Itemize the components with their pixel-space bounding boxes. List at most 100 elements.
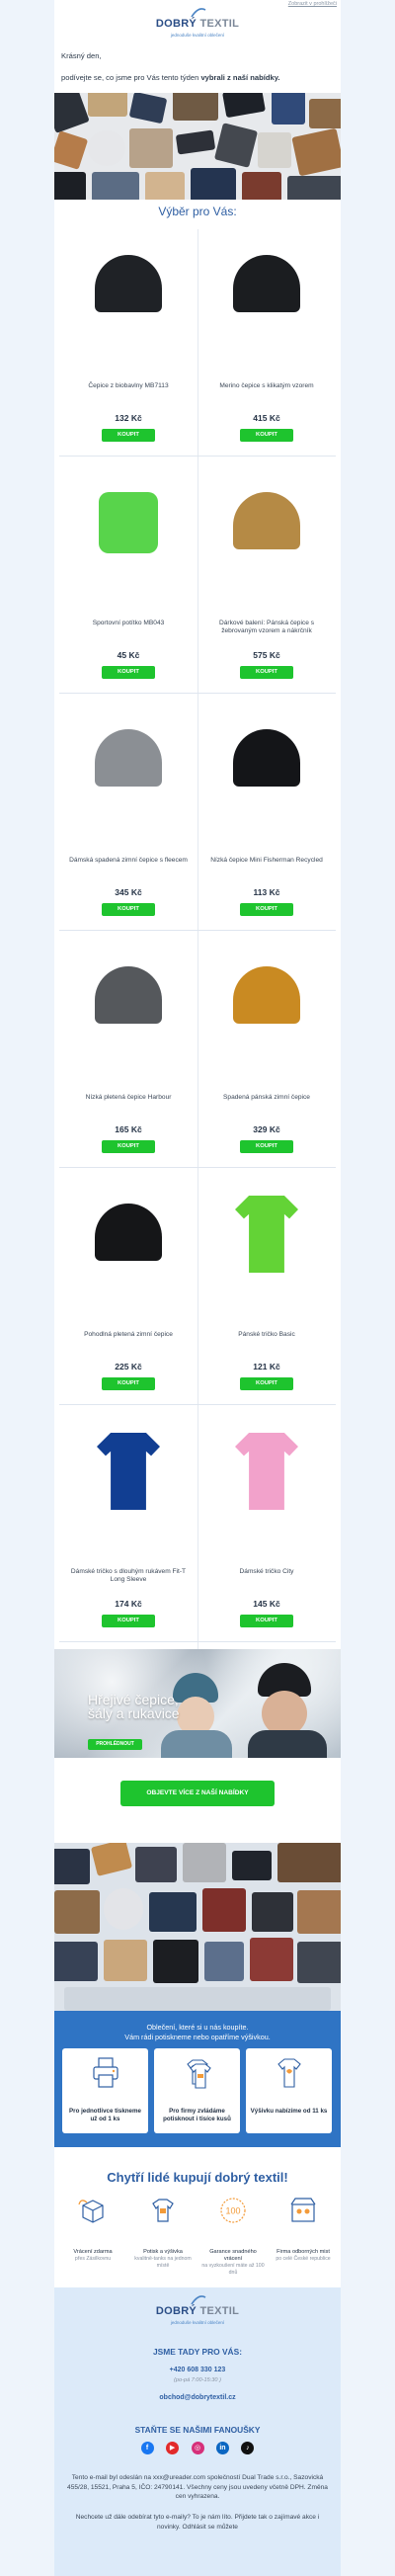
buy-button[interactable]: KOUPIT xyxy=(102,1377,155,1390)
product-image[interactable] xyxy=(227,1190,306,1274)
linkedin-icon[interactable]: in xyxy=(215,2442,229,2454)
product-image[interactable] xyxy=(227,715,306,799)
collage-gloves xyxy=(128,93,168,125)
discover-more-button[interactable]: OBJEVTE VÍCE Z NAŠÍ NABÍDKY xyxy=(120,1781,275,1806)
collage-boot-2 xyxy=(54,130,89,170)
collage-jeans xyxy=(272,93,305,125)
product-image[interactable] xyxy=(227,478,306,562)
winter-banner[interactable]: Hřejivé čepice, šály a rukavice PROHLÉDNO… xyxy=(54,1649,341,1758)
product-image[interactable] xyxy=(227,1427,306,1511)
youtube-icon[interactable]: ▶ xyxy=(166,2442,180,2454)
collage2-beanie-2 xyxy=(153,1940,198,1983)
product-name[interactable]: Pohodlná pletená zimní čepice xyxy=(65,1331,192,1339)
secondary-collage-image[interactable] xyxy=(54,1843,341,2011)
benefit-label: Výšivku nabízíme od 11 ks xyxy=(250,2108,328,2115)
buy-button[interactable]: KOUPIT xyxy=(102,1140,155,1153)
unsubscribe-text: Nechcete už dále odebírat tyto e-maily? … xyxy=(75,2514,320,2531)
buy-button[interactable]: KOUPIT xyxy=(240,1140,293,1153)
product-name[interactable]: Spadená pánská zimní čepice xyxy=(203,1094,330,1102)
view-in-browser-link[interactable]: Zobrazit v prohlížeči xyxy=(288,1,337,7)
product-name[interactable]: Pánské tričko Basic xyxy=(203,1331,330,1339)
winter-view-button[interactable]: PROHLÉDNOUT xyxy=(88,1739,142,1750)
feature-subtitle: kvalitně-tanks na jednom místě xyxy=(134,2256,192,2269)
return-box-icon xyxy=(78,2200,104,2223)
personalization-text: Oblečení, které si u nás koupíte. Vám rád… xyxy=(54,2023,341,2042)
svg-text:100: 100 xyxy=(225,2206,240,2216)
smart-people-title: Chytří lidé kupují dobrý textil! xyxy=(107,2170,288,2185)
benefit-card-companies[interactable]: Pro firmy zvládáme potisknout i tisíce k… xyxy=(154,2048,240,2133)
product-card[interactable]: Spadená pánská zimní čepice 329 Kč KOUPIT xyxy=(198,941,336,1168)
contact-phone-link[interactable]: +420 608 330 123 xyxy=(54,2367,341,2373)
benefit-card-embroidery[interactable]: Výšivku nabízíme od 11 ks xyxy=(246,2048,332,2133)
section-title: Výběr pro Vás: xyxy=(158,205,237,218)
product-price: 225 Kč xyxy=(115,1362,142,1371)
collage-scarf-2 xyxy=(242,172,281,200)
product-name[interactable]: Dámské tričko s dlouhým rukávem Fit-T Lo… xyxy=(65,1568,192,1584)
product-card[interactable]: Nízká pletená čepice Harbour 165 Kč KOUPIT xyxy=(59,941,198,1168)
product-name[interactable]: Čepice z biobavlny MB7113 xyxy=(65,382,192,390)
man-jacket xyxy=(248,1730,327,1758)
contact-email-link[interactable]: obchod@dobrytextil.cz xyxy=(54,2394,341,2401)
product-card[interactable]: Sportovní potítko MB043 45 Kč KOUPIT xyxy=(59,466,198,694)
product-image[interactable] xyxy=(89,715,168,799)
buy-button[interactable]: KOUPIT xyxy=(102,666,155,679)
product-card[interactable]: Dámská spadená zimní čepice s fleecem 345… xyxy=(59,704,198,931)
buy-button[interactable]: KOUPIT xyxy=(102,1615,155,1627)
product-card[interactable]: Pánské tričko Basic 121 Kč KOUPIT xyxy=(198,1178,336,1405)
product-card[interactable]: Dárkové balení: Pánská čepice s žebrovan… xyxy=(198,466,336,694)
brand-logo[interactable]: DOBRÝ TEXTIL jednoduše kvalitní oblečení xyxy=(54,8,341,38)
product-price: 329 Kč xyxy=(253,1124,280,1134)
buy-button[interactable]: KOUPIT xyxy=(240,666,293,679)
product-image[interactable] xyxy=(89,953,168,1037)
product-card[interactable]: Dámské tričko s dlouhým rukávem Fit-T Lo… xyxy=(59,1415,198,1642)
product-price: 174 Kč xyxy=(115,1599,142,1609)
benefit-card-individuals[interactable]: Pro jednotlivce tiskneme už od 1 ks xyxy=(62,2048,148,2133)
product-image[interactable] xyxy=(89,478,168,562)
product-card[interactable]: Pohodlná pletená zimní čepice 225 Kč KOUPI… xyxy=(59,1178,198,1405)
product-card[interactable]: Nízká čepice Mini Fisherman Recycled 113 … xyxy=(198,704,336,931)
buy-button[interactable]: KOUPIT xyxy=(102,903,155,916)
product-card[interactable]: Merino čepice s klikatým vzorem 415 Kč KOU… xyxy=(198,229,336,457)
intro-bold: vybrali z naší nabídky. xyxy=(200,73,280,82)
product-name[interactable]: Dámská spadená zimní čepice s fleecem xyxy=(65,857,192,865)
product-price: 575 Kč xyxy=(253,650,280,660)
buy-button[interactable]: KOUPIT xyxy=(102,429,155,442)
product-name[interactable]: Dárkové balení: Pánská čepice s žebrovan… xyxy=(203,620,330,635)
product-image[interactable] xyxy=(227,241,306,325)
hero-collage-image[interactable] xyxy=(54,93,341,200)
collage2-gloves xyxy=(135,1847,177,1882)
benefit-label: Pro jednotlivce tiskneme už od 1 ks xyxy=(69,2108,141,2122)
feature-title: Potisk a výšivka xyxy=(143,2249,183,2255)
product-image[interactable] xyxy=(227,953,306,1037)
collage2-sweater xyxy=(297,1890,341,1934)
product-name[interactable]: Dámské tričko City xyxy=(203,1568,330,1576)
collage-white-beanie xyxy=(88,130,125,166)
footer-logo[interactable]: DOBRÝ TEXTIL jednoduše kvalitní oblečení xyxy=(54,2295,341,2325)
collage-hat xyxy=(54,172,86,200)
tiktok-icon[interactable]: ♪ xyxy=(241,2442,255,2454)
facebook-icon[interactable]: f xyxy=(140,2442,154,2454)
brand-tagline: jednoduše kvalitní oblečení xyxy=(170,33,225,38)
collage2-boot xyxy=(90,1843,133,1876)
product-card[interactable]: Dámské tričko City 145 Kč KOUPIT xyxy=(198,1415,336,1642)
intro-text: podívejte se, co jsme pro Vás tento týde… xyxy=(61,73,279,82)
product-name[interactable]: Nízká pletená čepice Harbour xyxy=(65,1094,192,1102)
buy-button[interactable]: KOUPIT xyxy=(240,1377,293,1390)
printer-icon xyxy=(93,2057,118,2088)
collage2-trainers xyxy=(297,1942,341,1983)
product-image[interactable] xyxy=(89,1427,168,1511)
buy-button[interactable]: KOUPIT xyxy=(240,903,293,916)
product-card[interactable]: Čepice z biobavlny MB7113 132 Kč KOUPIT xyxy=(59,229,198,457)
buy-button[interactable]: KOUPIT xyxy=(240,1615,293,1627)
instagram-icon[interactable]: ◎ xyxy=(191,2442,204,2454)
collage2-floor xyxy=(64,1987,331,2011)
buy-button[interactable]: KOUPIT xyxy=(240,429,293,442)
winter-line-2: šály a rukavice xyxy=(88,1705,180,1721)
product-image[interactable] xyxy=(89,241,168,325)
personalization-line-2: Vám rádi potiskneme nebo opatříme výšivk… xyxy=(124,2033,271,2041)
product-image[interactable] xyxy=(89,1190,168,1274)
product-name[interactable]: Sportovní potítko MB043 xyxy=(65,620,192,627)
product-name[interactable]: Merino čepice s klikatým vzorem xyxy=(203,382,330,390)
brand-main: DOBRÝ xyxy=(155,18,198,30)
product-name[interactable]: Nízká čepice Mini Fisherman Recycled xyxy=(203,857,330,865)
